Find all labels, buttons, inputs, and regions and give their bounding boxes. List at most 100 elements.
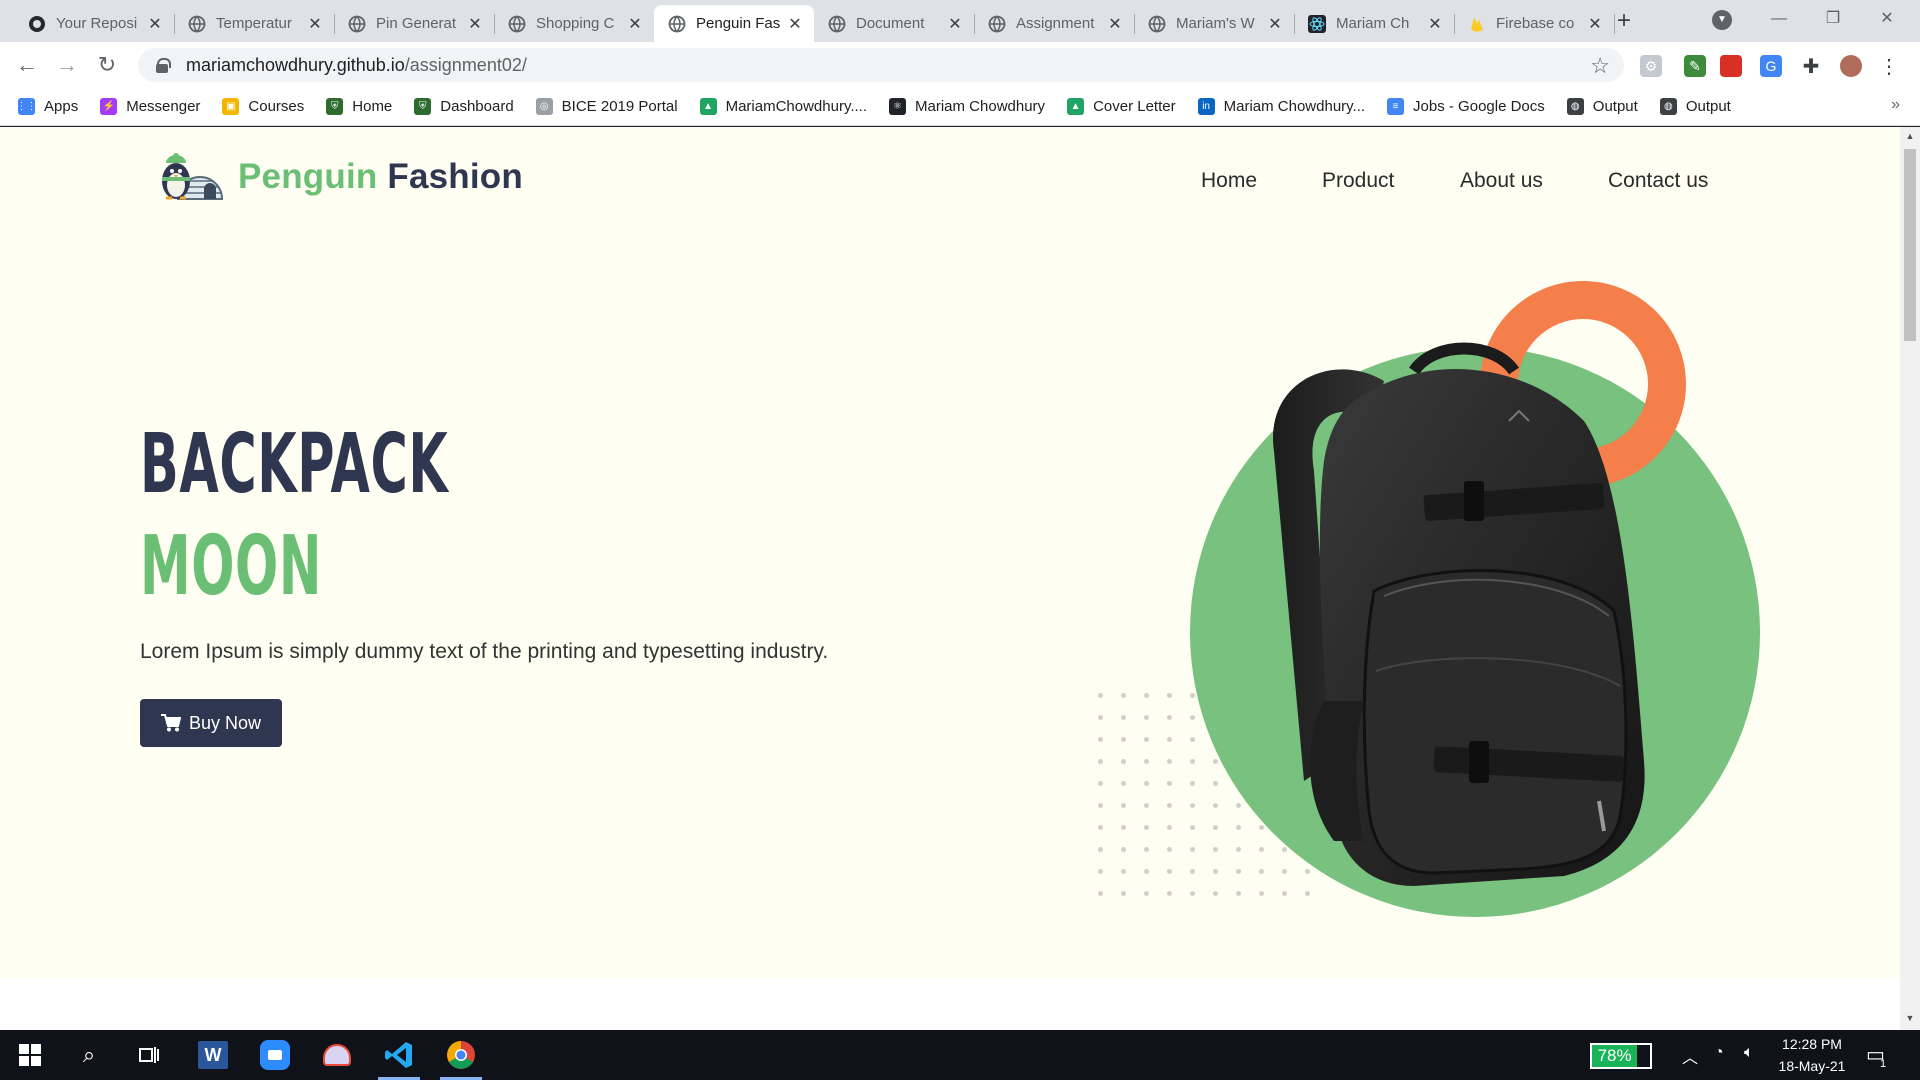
bookmark-item[interactable]: ⚛ Mariam Chowdhury [889,98,1045,115]
site-logo[interactable]: Penguin Fashion [152,151,523,203]
pattern-dot [1144,781,1149,786]
battery-indicator[interactable]: 78% [1590,1043,1652,1069]
pattern-dot [1098,737,1103,742]
chrome-app-icon[interactable] [436,1030,486,1080]
task-view-icon[interactable] [124,1030,174,1080]
tab-close-icon[interactable]: ✕ [1266,14,1284,34]
bookmark-item[interactable]: ⛨ Home [326,98,392,115]
extension-translate-icon[interactable]: G [1760,55,1782,77]
tab-close-icon[interactable]: ✕ [946,14,964,34]
clock-time[interactable]: 12:28 PM [1772,1036,1852,1052]
bookmark-item[interactable]: ≡ Jobs - Google Docs [1387,98,1545,115]
browser-tab[interactable]: Document ✕ [814,5,975,42]
scroll-up-icon[interactable]: ▲ [1904,131,1916,141]
buy-now-button[interactable]: Buy Now [140,699,282,747]
linkedin-icon: in [1197,98,1215,115]
bookmark-item[interactable]: ◎ BICE 2019 Portal [535,98,678,115]
browser-tab[interactable]: Mariam Ch ✕ [1294,5,1455,42]
pattern-dot [1213,869,1218,874]
bookmark-item[interactable]: ▲ Cover Letter [1067,98,1176,115]
pattern-dot [1190,803,1195,808]
page-scrollbar[interactable]: ▲ ▼ [1900,127,1920,1030]
pattern-dot [1236,869,1241,874]
url-text: mariamchowdhury.github.io/assignment02/ [186,54,527,75]
pattern-dot [1144,803,1149,808]
bookmark-item[interactable]: ◍ Output [1566,98,1638,115]
menu-kebab-icon[interactable]: ⋮ [1878,55,1900,78]
restore-button[interactable]: ❐ [1810,4,1856,34]
bookmark-star-icon[interactable]: ☆ [1590,53,1610,79]
profile-avatar[interactable] [1840,55,1862,77]
zoom-app-icon[interactable] [250,1030,300,1080]
browser-tab[interactable]: Firebase co ✕ [1454,5,1615,42]
search-icon[interactable]: ⌕ [64,1030,114,1080]
browser-tab[interactable]: Your Reposi ✕ [14,5,175,42]
back-icon[interactable]: ← [12,50,42,80]
tab-close-icon[interactable]: ✕ [626,14,644,34]
browser-tab[interactable]: Penguin Fas ✕ [654,5,814,42]
snip-app-icon[interactable] [312,1030,362,1080]
bookmark-item[interactable]: ◍ Output [1659,98,1731,115]
tab-title: Mariam Ch [1336,15,1410,32]
browser-tab[interactable]: Mariam's W ✕ [1134,5,1295,42]
tab-close-icon[interactable]: ✕ [306,14,324,34]
extension-eyedropper-icon[interactable]: ✎ [1684,55,1706,77]
tab-close-icon[interactable]: ✕ [1586,14,1604,34]
backpack-product-image [1264,341,1684,901]
tab-close-icon[interactable]: ✕ [786,14,804,34]
nav-link-product[interactable]: Product [1322,169,1394,193]
vscode-app-icon[interactable] [374,1030,424,1080]
browser-tab[interactable]: Pin Generat ✕ [334,5,495,42]
word-app-icon[interactable]: W [188,1030,238,1080]
show-hidden-icons-icon[interactable]: ︿ [1682,1044,1698,1068]
scroll-down-icon[interactable]: ▼ [1904,1013,1916,1023]
docs-icon: ≡ [1387,98,1405,115]
bookmark-label: Output [1685,98,1731,115]
bookmark-label: BICE 2019 Portal [561,98,678,115]
more-bookmarks-button[interactable]: » [1891,96,1900,114]
forward-icon[interactable]: → [52,50,82,80]
pattern-dot [1190,847,1195,852]
penguin-igloo-icon [152,151,224,203]
browser-tab[interactable]: Temperatur ✕ [174,5,335,42]
tab-close-icon[interactable]: ✕ [146,14,164,34]
nav-link-contact-us[interactable]: Contact us [1608,169,1708,193]
bookmark-item[interactable]: in Mariam Chowdhury... [1197,98,1365,115]
pattern-dot [1213,891,1218,896]
bookmark-item[interactable]: ▲ MariamChowdhury.... [699,98,867,115]
tab-close-icon[interactable]: ✕ [1106,14,1124,34]
windows-taskbar: ⌕ W 78% ︿ ◔ 🔈︎ 12:28 PM 18-May-21 ▭ 1 [0,1030,1920,1080]
bookmark-item[interactable]: ⋮⋮ Apps [17,98,78,115]
extension-red-icon[interactable] [1720,55,1742,77]
minimize-button[interactable]: — [1756,4,1802,34]
lock-icon[interactable] [154,57,171,73]
tab-search-icon[interactable]: ▼ [1712,10,1732,30]
extensions-puzzle-icon[interactable]: ✚ [1800,55,1822,78]
bookmark-label: Dashboard [440,98,514,115]
browser-tab[interactable]: Shopping C ✕ [494,5,654,42]
windows-start-icon[interactable] [5,1030,55,1080]
pattern-dot [1098,891,1103,896]
bookmark-item[interactable]: ▣ Courses [222,98,304,115]
volume-icon[interactable]: 🔈︎ [1744,1044,1754,1062]
wifi-icon[interactable]: ◔ [1714,1044,1724,1062]
bookmark-item[interactable]: ⛨ Dashboard [414,98,514,115]
tab-title: Document [856,15,925,32]
pattern-dot [1144,693,1149,698]
nav-link-about-us[interactable]: About us [1460,169,1543,193]
scroll-thumb[interactable] [1904,149,1916,341]
tab-close-icon[interactable]: ✕ [466,14,484,34]
nav-link-home[interactable]: Home [1201,169,1257,193]
tab-close-icon[interactable]: ✕ [1426,14,1444,34]
browser-tab[interactable]: Assignment ✕ [974,5,1135,42]
pattern-dot [1144,715,1149,720]
bookmark-label: Mariam Chowdhury [915,98,1046,115]
close-window-button[interactable]: ✕ [1864,4,1910,34]
bookmark-item[interactable]: ⚡ Messenger [100,98,200,115]
clock-date[interactable]: 18-May-21 [1772,1058,1852,1074]
pattern-dot [1190,869,1195,874]
new-tab-button[interactable]: + [1610,8,1638,36]
address-bar[interactable]: mariamchowdhury.github.io/assignment02/ … [138,48,1624,82]
extension-settings-icon[interactable]: ⚙ [1640,55,1662,77]
reload-icon[interactable]: ↻ [92,50,122,80]
